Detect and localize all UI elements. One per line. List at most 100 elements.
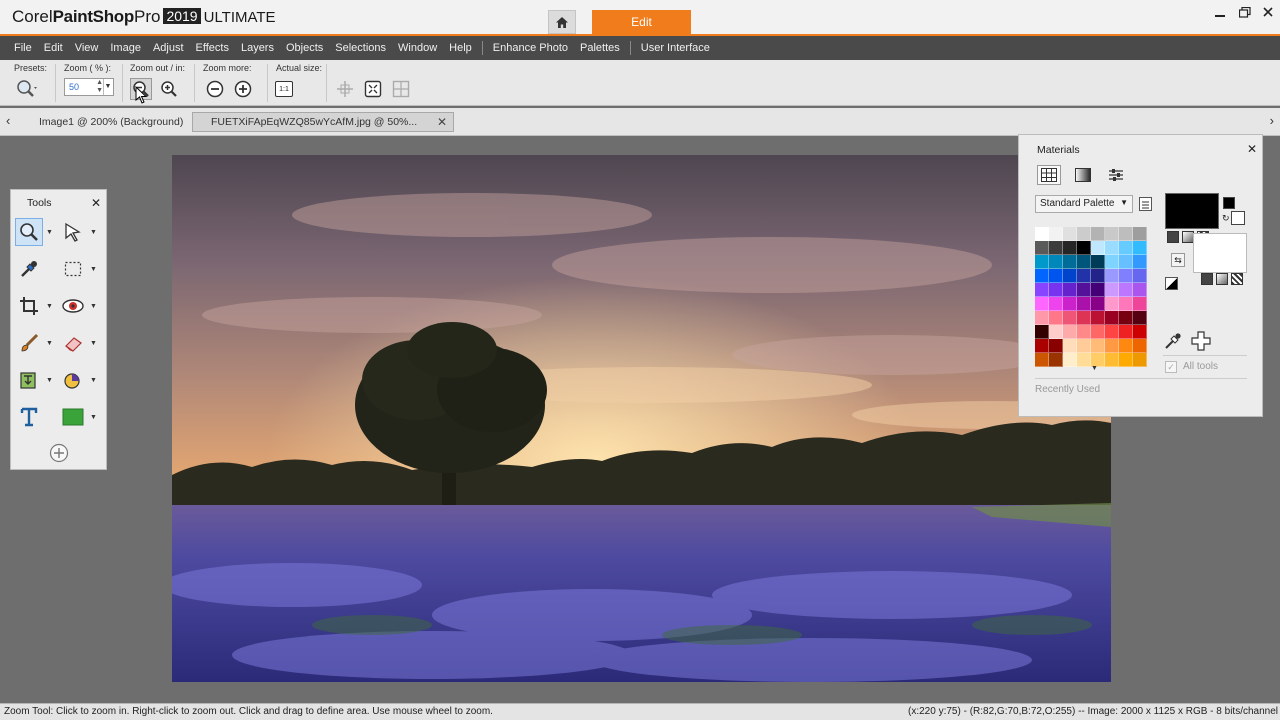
color-swatch[interactable] [1035,269,1049,283]
selection-tool[interactable] [59,255,87,283]
color-swatch[interactable] [1091,269,1105,283]
color-swatch[interactable] [1049,297,1063,311]
palette-dropdown[interactable]: Standard Palette ▼ [1035,195,1133,213]
menu-help[interactable]: Help [449,42,472,54]
color-swatch[interactable] [1049,311,1063,325]
color-swatch[interactable] [1105,227,1119,241]
presets-button[interactable] [16,78,38,100]
fg-small-swatch[interactable] [1223,197,1235,209]
color-swatch[interactable] [1035,325,1049,339]
color-swatch[interactable] [1077,311,1091,325]
image-canvas[interactable] [172,155,1111,682]
color-swatch[interactable] [1035,353,1049,367]
close-icon[interactable]: ✕ [91,196,101,210]
tool-flyout-arrow[interactable]: ▼ [90,340,97,347]
foreground-color-swatch[interactable] [1165,193,1219,229]
color-swatch[interactable] [1077,283,1091,297]
color-swatch[interactable] [1035,255,1049,269]
red-eye-tool[interactable] [59,292,87,320]
color-swatch[interactable] [1133,339,1147,353]
color-swatch[interactable] [1119,325,1133,339]
tab-scroll-right-icon[interactable]: › [1270,113,1274,128]
color-swatch[interactable] [1063,269,1077,283]
color-swatch[interactable] [1091,297,1105,311]
color-swatch[interactable] [1063,241,1077,255]
color-swatch[interactable] [1035,283,1049,297]
color-swatch[interactable] [1133,311,1147,325]
color-swatch[interactable] [1119,241,1133,255]
color-swatch[interactable] [1035,227,1049,241]
color-swatch[interactable] [1049,283,1063,297]
color-swatch[interactable] [1105,311,1119,325]
menu-view[interactable]: View [75,42,99,54]
pick-tool[interactable] [59,218,87,246]
tool-flyout-arrow[interactable]: ▼ [46,377,53,384]
text-tool[interactable] [15,403,43,431]
edit-tab[interactable]: Edit [592,10,691,34]
color-swatch[interactable] [1077,269,1091,283]
color-swatch[interactable] [1049,325,1063,339]
color-swatch[interactable] [1119,311,1133,325]
frame-tab-rainbow[interactable] [1071,165,1095,185]
materials-dropper-button[interactable] [1163,331,1183,356]
tool-flyout-arrow[interactable]: ▼ [90,377,97,384]
zoom-spinner-icon[interactable]: ▲ ▼ [96,79,103,95]
color-swatch[interactable] [1063,297,1077,311]
shape-tool[interactable] [59,403,87,431]
color-swatch[interactable] [1091,339,1105,353]
menu-objects[interactable]: Objects [286,42,323,54]
zoom-dropdown-icon[interactable]: ▼ [103,79,112,95]
color-swatch[interactable] [1091,227,1105,241]
color-swatch[interactable] [1077,339,1091,353]
color-swatch[interactable] [1091,311,1105,325]
restore-button[interactable] [1235,4,1255,20]
tool-flyout-arrow[interactable]: ▼ [90,266,97,273]
menu-effects[interactable]: Effects [196,42,229,54]
color-swatch[interactable] [1091,325,1105,339]
frame-tab-swatches[interactable] [1037,165,1061,185]
color-swatch[interactable] [1049,353,1063,367]
zoom-more-out-button[interactable] [204,78,226,100]
menu-selections[interactable]: Selections [335,42,386,54]
swap-colors-icon[interactable]: ↻ [1222,213,1230,224]
color-swatch[interactable] [1077,227,1091,241]
color-swatch[interactable] [1133,353,1147,367]
tool-flyout-arrow[interactable]: ▼ [90,229,97,236]
tab-scroll-left-icon[interactable]: ‹ [6,113,10,128]
color-swatch[interactable] [1063,311,1077,325]
crop-tool[interactable] [15,292,43,320]
color-swatch[interactable] [1035,297,1049,311]
color-swatch[interactable] [1049,227,1063,241]
pan-move-button[interactable] [334,78,356,100]
color-swatch[interactable] [1105,325,1119,339]
color-swatch[interactable] [1133,241,1147,255]
zoom-percent-field[interactable]: 50 ▲ ▼ ▼ [64,78,114,96]
paint-brush-tool[interactable] [15,329,43,357]
frame-tab-sliders[interactable] [1104,165,1128,185]
color-swatch[interactable] [1119,283,1133,297]
color-swatch[interactable] [1077,325,1091,339]
close-icon[interactable]: ✕ [1247,142,1257,156]
color-swatch[interactable] [1119,269,1133,283]
menu-user-interface[interactable]: User Interface [641,42,710,54]
color-swatch[interactable] [1119,297,1133,311]
menu-image[interactable]: Image [110,42,141,54]
dropper-tool[interactable] [15,255,43,283]
menu-adjust[interactable]: Adjust [153,42,184,54]
image-tab-active[interactable]: FUETXiFApEqWZQ85wYcAfM.jpg @ 50%... ✕ [192,112,454,132]
color-swatch[interactable] [1063,353,1077,367]
color-swatch-grid[interactable] [1035,227,1149,367]
color-swatch[interactable] [1091,283,1105,297]
color-swatch[interactable] [1077,255,1091,269]
add-tool-button[interactable] [45,439,73,467]
tool-flyout-arrow[interactable]: ▼ [90,414,97,421]
color-swatch[interactable] [1035,339,1049,353]
bg-small-swatch[interactable] [1231,211,1245,225]
home-tab-button[interactable] [548,10,576,34]
color-swatch[interactable] [1049,255,1063,269]
color-swatch[interactable] [1133,325,1147,339]
color-swatch[interactable] [1063,283,1077,297]
color-swatch[interactable] [1105,283,1119,297]
color-swatch[interactable] [1077,297,1091,311]
menu-enhance-photo[interactable]: Enhance Photo [493,42,568,54]
